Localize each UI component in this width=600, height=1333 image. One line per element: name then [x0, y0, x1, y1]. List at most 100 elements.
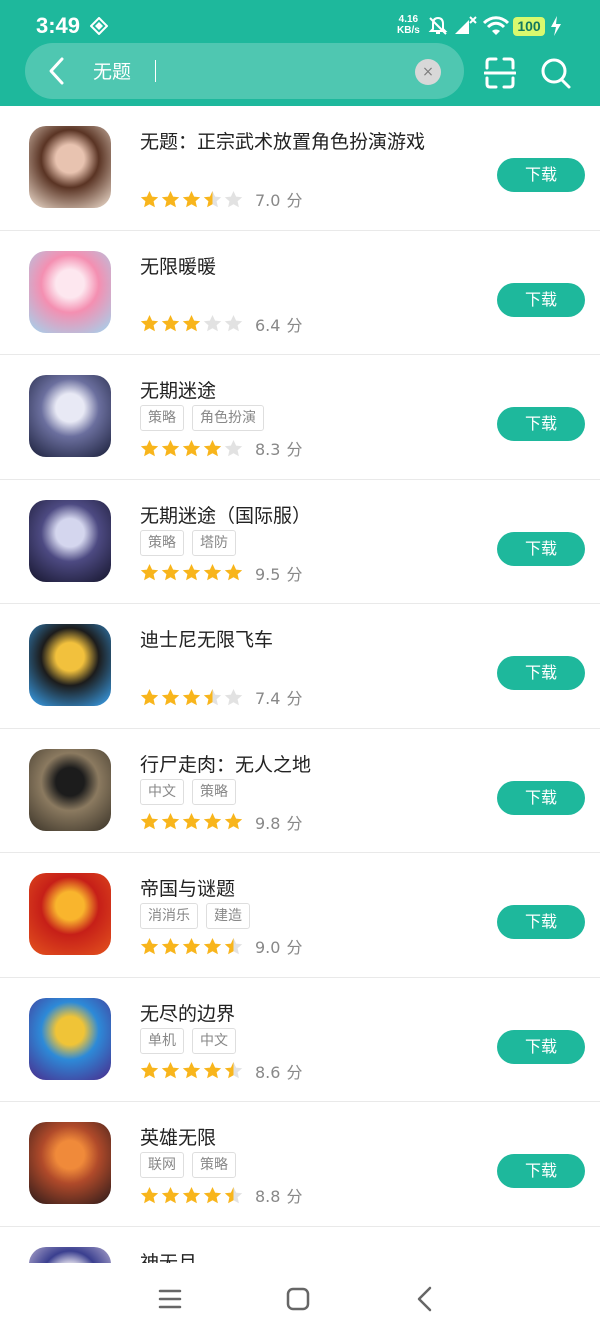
- app-tags: 策略 角色扮演: [140, 405, 272, 431]
- rating-stars: [140, 812, 245, 831]
- app-tags: 单机 中文: [140, 1027, 244, 1054]
- app-icon[interactable]: [29, 375, 111, 457]
- app-name[interactable]: 帝国与谜题: [140, 874, 235, 901]
- network-speed-unit: KB/s: [397, 25, 420, 36]
- tag-badge: 策略: [140, 529, 184, 556]
- back-icon[interactable]: [410, 1283, 442, 1315]
- score-unit: 分: [286, 813, 303, 833]
- list-item[interactable]: 无限暖暖 6.4 分 下载: [0, 231, 600, 355]
- tag-badge: 策略: [140, 405, 184, 431]
- score-unit: 分: [286, 689, 303, 708]
- app-rating: 6.4 分: [140, 313, 302, 335]
- app-icon[interactable]: [29, 873, 111, 955]
- battery-level: 100: [513, 17, 545, 36]
- star-icon: [140, 813, 159, 830]
- app-icon[interactable]: [29, 499, 111, 582]
- list-item[interactable]: 迪士尼无限飞车 7.4 分 下载: [0, 604, 600, 729]
- star-icon: [140, 688, 159, 705]
- star-icon: [161, 813, 180, 830]
- list-item[interactable]: 帝国与谜题 消消乐 建造 9.0 分 下载: [0, 853, 600, 978]
- star-icon: [140, 1186, 159, 1203]
- app-name[interactable]: 行尸走肉：无人之地: [140, 750, 311, 777]
- score-text: 8.6 分: [255, 1059, 302, 1083]
- star-icon: [203, 564, 222, 581]
- app-rating: 8.8 分: [140, 1184, 302, 1206]
- scan-icon[interactable]: [484, 56, 516, 90]
- app-rating: 9.8 分: [140, 811, 302, 833]
- rating-stars: [140, 314, 245, 333]
- text-caret: [155, 60, 156, 82]
- list-item[interactable]: 无尽的边界 单机 中文 8.6 分 下载: [0, 978, 600, 1102]
- star-icon: [203, 315, 222, 332]
- score-value: 7.0: [255, 191, 281, 210]
- charging-icon: [551, 16, 561, 36]
- app-name[interactable]: 迪士尼无限飞车: [140, 625, 273, 652]
- list-item[interactable]: 无期迷途（国际服） 策略 塔防 9.5 分 下载: [0, 480, 600, 604]
- back-arrow-icon[interactable]: [43, 55, 73, 87]
- app-rating: 9.0 分: [140, 935, 302, 957]
- star-icon: [161, 688, 180, 705]
- search-icon[interactable]: [540, 56, 572, 90]
- score-unit: 分: [286, 564, 303, 584]
- home-icon[interactable]: [282, 1283, 314, 1315]
- app-icon[interactable]: [29, 126, 111, 208]
- app-name[interactable]: 无期迷途: [140, 376, 216, 403]
- star-icon: [182, 688, 201, 705]
- app-icon[interactable]: [29, 997, 111, 1080]
- app-icon[interactable]: [29, 1246, 111, 1263]
- score-unit: 分: [286, 938, 303, 957]
- star-icon: [161, 1062, 180, 1079]
- menu-icon[interactable]: [154, 1283, 186, 1315]
- score-text: 8.8 分: [255, 1183, 302, 1207]
- app-name[interactable]: 神无月: [140, 1248, 197, 1264]
- list-item[interactable]: 行尸走肉：无人之地 中文 策略 9.8 分 下载: [0, 729, 600, 853]
- score-unit: 分: [286, 440, 303, 459]
- search-bar[interactable]: 无题 ×: [25, 43, 464, 99]
- app-name[interactable]: 无尽的边界: [140, 999, 235, 1026]
- score-value: 6.4: [255, 315, 281, 335]
- tag-badge: 角色扮演: [192, 405, 264, 431]
- app-icon[interactable]: [29, 250, 111, 333]
- star-icon: [140, 315, 159, 332]
- list-item[interactable]: 英雄无限 联网 策略 8.8 分 下载: [0, 1102, 600, 1227]
- download-button[interactable]: 下载: [497, 531, 585, 566]
- app-icon[interactable]: [29, 1122, 111, 1204]
- app-name[interactable]: 无期迷途（国际服）: [140, 501, 311, 528]
- network-speed-value: 4.16: [398, 14, 419, 25]
- tag-badge: 策略: [192, 778, 236, 805]
- app-rating: 7.4 分: [140, 686, 302, 708]
- download-button[interactable]: 下载: [497, 905, 585, 939]
- score-unit: 分: [286, 1187, 303, 1206]
- star-icon: [203, 688, 222, 705]
- star-icon: [182, 315, 201, 332]
- search-input[interactable]: 无题: [93, 57, 131, 84]
- score-text: 9.0 分: [255, 934, 302, 958]
- app-name[interactable]: 无题：正宗武术放置角色扮演游戏: [140, 127, 425, 154]
- app-icon[interactable]: [29, 624, 111, 706]
- app-name[interactable]: 无限暖暖: [140, 252, 216, 279]
- download-button[interactable]: 下载: [497, 780, 585, 815]
- star-icon: [224, 190, 243, 207]
- star-icon: [203, 1186, 222, 1203]
- app-rating: 8.3 分: [140, 437, 302, 459]
- list-item[interactable]: 无题：正宗武术放置角色扮演游戏 7.0 分 下载: [0, 106, 600, 231]
- score-unit: 分: [286, 1062, 303, 1082]
- download-button[interactable]: 下载: [497, 282, 585, 317]
- star-icon: [224, 688, 243, 705]
- star-icon: [182, 813, 201, 830]
- clear-icon[interactable]: ×: [415, 59, 441, 85]
- download-button[interactable]: 下载: [497, 1154, 585, 1188]
- download-button[interactable]: 下载: [497, 656, 585, 690]
- list-item[interactable]: 神无月: [0, 1227, 600, 1264]
- network-speed: 4.16 KB/s: [397, 14, 420, 36]
- app-rating: 8.6 分: [140, 1060, 302, 1082]
- list-item[interactable]: 无期迷途 策略 角色扮演 8.3 分 下载: [0, 355, 600, 480]
- download-button[interactable]: 下载: [497, 1029, 585, 1064]
- app-name[interactable]: 英雄无限: [140, 1123, 216, 1150]
- app-rating: 7.0 分: [140, 188, 302, 210]
- star-icon: [140, 190, 159, 207]
- download-button[interactable]: 下载: [497, 158, 585, 192]
- wifi-icon: [483, 16, 509, 35]
- download-button[interactable]: 下载: [497, 407, 585, 441]
- app-icon[interactable]: [29, 748, 111, 831]
